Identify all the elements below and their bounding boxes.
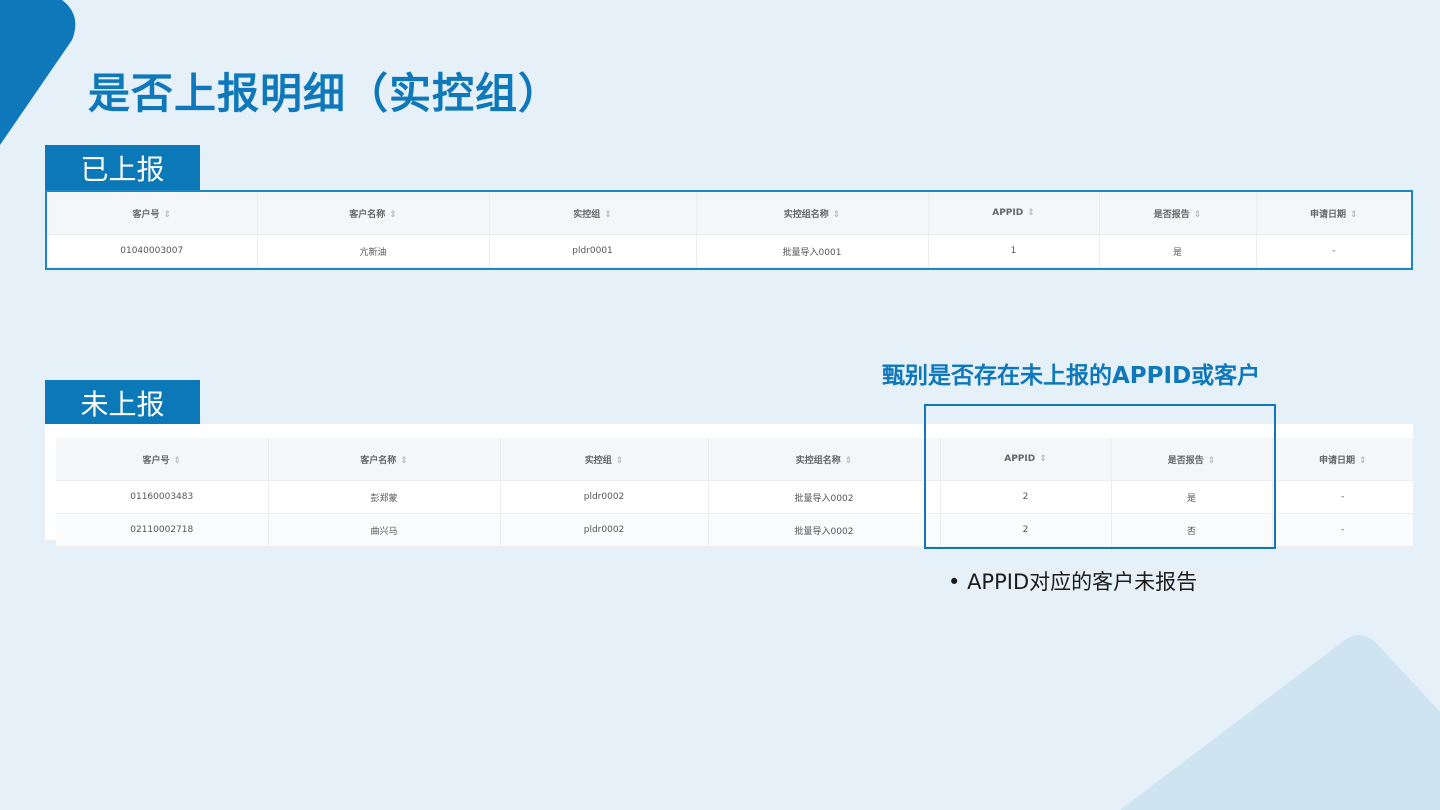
table-header-row: 客户号 ⇕ 客户名称 ⇕ 实控组 ⇕ 实控组名称 ⇕ APPID ⇕ 是否报告 ⇕ 申请日期… bbox=[56, 438, 1413, 481]
reported-section-tab: 已上报 bbox=[45, 145, 200, 190]
cell-appid: 2 bbox=[940, 480, 1112, 514]
sort-icon[interactable]: ⇕ bbox=[163, 210, 171, 220]
cell-control-group-name: 批量导入0002 bbox=[708, 513, 941, 547]
cell-appid: 1 bbox=[928, 234, 1100, 268]
sort-icon[interactable]: ⇕ bbox=[1039, 454, 1047, 464]
cell-customer-id: 02110002718 bbox=[56, 513, 269, 547]
cell-apply-date: - bbox=[1272, 480, 1413, 514]
column-header[interactable]: 是否报告 ⇕ bbox=[1111, 438, 1273, 481]
sort-icon[interactable]: ⇕ bbox=[1359, 456, 1367, 466]
table-row[interactable]: 01040003007 亢新油 pldr0001 批量导入0001 1 是 - bbox=[47, 234, 1411, 268]
bullet-note: • APPID对应的客户未报告 bbox=[948, 566, 1197, 596]
cell-control-group-name: 批量导入0002 bbox=[708, 480, 941, 514]
column-header[interactable]: 申请日期 ⇕ bbox=[1272, 438, 1413, 481]
table-row[interactable]: 02110002718 曲兴马 pldr0002 批量导入0002 2 否 - bbox=[56, 513, 1413, 547]
column-header[interactable]: 实控组名称 ⇕ bbox=[696, 192, 929, 235]
cell-apply-date: - bbox=[1272, 513, 1413, 547]
column-header[interactable]: 客户名称 ⇕ bbox=[268, 438, 501, 481]
cell-control-group: pldr0002 bbox=[500, 480, 709, 514]
column-header[interactable]: 实控组 ⇕ bbox=[489, 192, 697, 235]
unreported-section-tab: 未上报 bbox=[45, 380, 200, 425]
column-header[interactable]: 实控组 ⇕ bbox=[500, 438, 709, 481]
corner-triangle-top-left bbox=[0, 0, 76, 145]
column-header[interactable]: 客户名称 ⇕ bbox=[257, 192, 490, 235]
annotation-heading: 甄别是否存在未上报的APPID或客户 bbox=[882, 363, 1261, 389]
cell-control-group: pldr0001 bbox=[489, 234, 697, 268]
sort-icon[interactable]: ⇕ bbox=[389, 210, 397, 220]
page-title: 是否上报明细（实控组） bbox=[88, 69, 562, 118]
cell-reported-flag: 是 bbox=[1099, 234, 1257, 268]
column-header[interactable]: 实控组名称 ⇕ bbox=[708, 438, 941, 481]
bullet-icon: • bbox=[948, 570, 968, 594]
column-header[interactable]: APPID ⇕ bbox=[940, 438, 1112, 481]
cell-customer-name: 彭郑蒙 bbox=[268, 480, 501, 514]
cell-customer-id: 01040003007 bbox=[47, 234, 258, 268]
cell-apply-date: - bbox=[1256, 234, 1411, 268]
bullet-note-text: APPID对应的客户未报告 bbox=[967, 570, 1198, 594]
column-header[interactable]: 是否报告 ⇕ bbox=[1099, 192, 1257, 235]
cell-reported-flag: 是 bbox=[1111, 480, 1273, 514]
sort-icon[interactable]: ⇕ bbox=[1350, 210, 1358, 220]
cell-control-group: pldr0002 bbox=[500, 513, 709, 547]
column-header[interactable]: 客户号 ⇕ bbox=[56, 438, 269, 481]
sort-icon[interactable]: ⇕ bbox=[173, 456, 181, 466]
table-header-row: 客户号 ⇕ 客户名称 ⇕ 实控组 ⇕ 实控组名称 ⇕ APPID ⇕ 是否报告 ⇕ 申请日期… bbox=[47, 192, 1411, 235]
corner-triangle-bottom-right bbox=[1120, 635, 1440, 810]
cell-customer-id: 01160003483 bbox=[56, 480, 269, 514]
sort-icon[interactable]: ⇕ bbox=[1194, 210, 1202, 220]
sort-icon[interactable]: ⇕ bbox=[1208, 456, 1216, 466]
sort-icon[interactable]: ⇕ bbox=[616, 456, 624, 466]
sort-icon[interactable]: ⇕ bbox=[400, 456, 408, 466]
column-header[interactable]: 申请日期 ⇕ bbox=[1256, 192, 1411, 235]
cell-customer-name: 亢新油 bbox=[257, 234, 490, 268]
sort-icon[interactable]: ⇕ bbox=[604, 210, 612, 220]
sort-icon[interactable]: ⇕ bbox=[1027, 208, 1035, 218]
cell-customer-name: 曲兴马 bbox=[268, 513, 501, 547]
sort-icon[interactable]: ⇕ bbox=[833, 210, 841, 220]
cell-reported-flag: 否 bbox=[1111, 513, 1273, 547]
sort-icon[interactable]: ⇕ bbox=[845, 456, 853, 466]
table-row[interactable]: 01160003483 彭郑蒙 pldr0002 批量导入0002 2 是 - bbox=[56, 480, 1413, 514]
reported-table: 客户号 ⇕ 客户名称 ⇕ 实控组 ⇕ 实控组名称 ⇕ APPID ⇕ 是否报告 ⇕ 申请日期… bbox=[47, 192, 1411, 268]
cell-appid: 2 bbox=[940, 513, 1112, 547]
unreported-table-panel: 客户号 ⇕ 客户名称 ⇕ 实控组 ⇕ 实控组名称 ⇕ APPID ⇕ 是否报告 ⇕ 申请日期… bbox=[45, 424, 1413, 547]
background-decoration bbox=[0, 0, 1440, 810]
column-header[interactable]: 客户号 ⇕ bbox=[47, 192, 258, 235]
unreported-table: 客户号 ⇕ 客户名称 ⇕ 实控组 ⇕ 实控组名称 ⇕ APPID ⇕ 是否报告 ⇕ 申请日期… bbox=[56, 438, 1413, 547]
reported-table-panel: 客户号 ⇕ 客户名称 ⇕ 实控组 ⇕ 实控组名称 ⇕ APPID ⇕ 是否报告 ⇕ 申请日期… bbox=[45, 190, 1413, 270]
cell-control-group-name: 批量导入0001 bbox=[696, 234, 929, 268]
column-header[interactable]: APPID ⇕ bbox=[928, 192, 1100, 235]
